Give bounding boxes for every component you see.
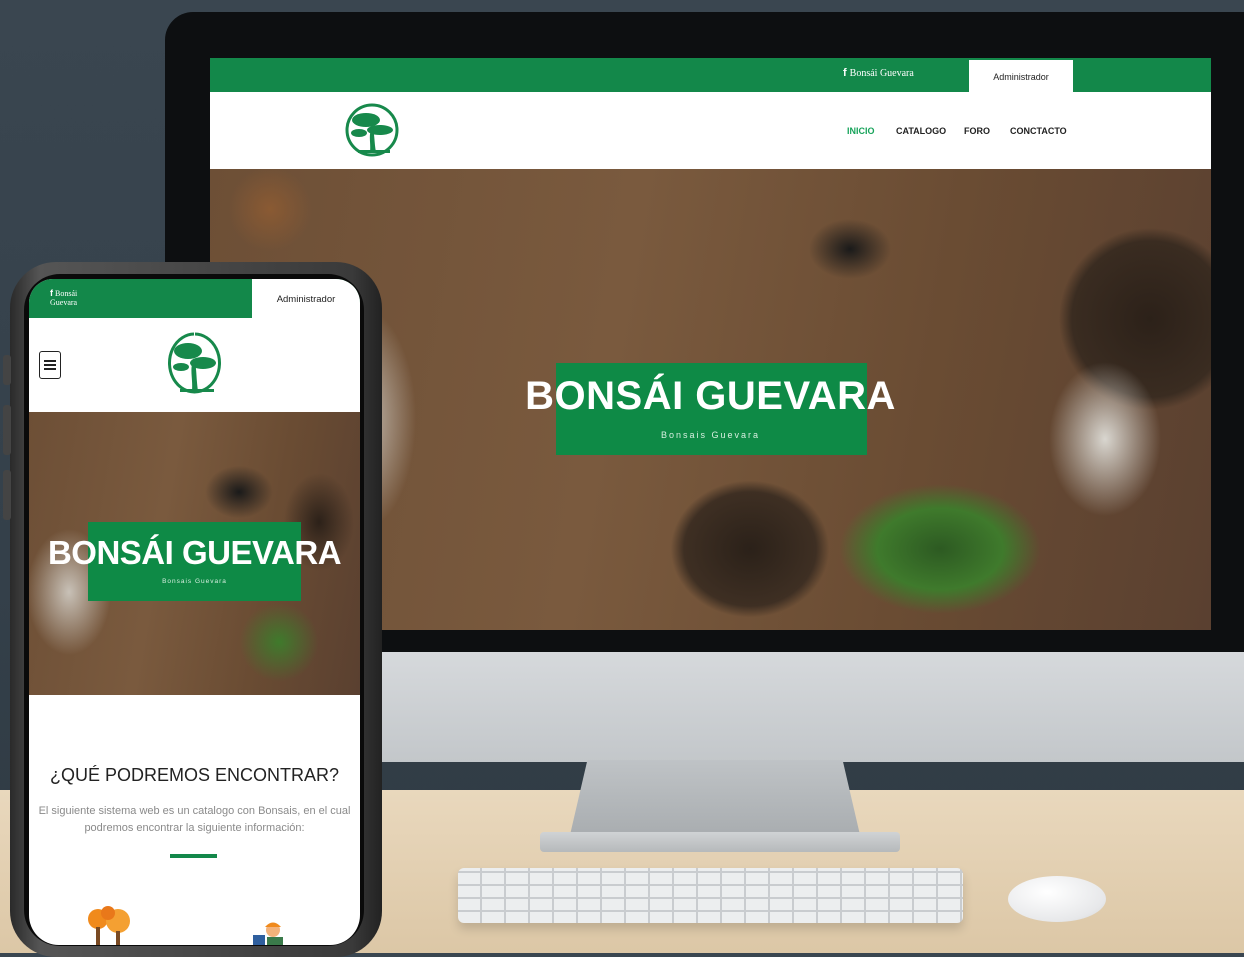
nav-catalogo[interactable]: CATALOGO xyxy=(896,126,946,136)
phone-side-button xyxy=(3,405,11,455)
monitor-stand-base xyxy=(540,832,900,852)
nav-inicio[interactable]: INICIO xyxy=(847,126,875,136)
mobile-hero-banner: BONSÁI GUEVARA Bonsais Guevara xyxy=(29,412,360,695)
mobile-hero-subtitle: Bonsais Guevara xyxy=(162,578,227,585)
mobile-top-bar: f Bonsái Guevara Administrador xyxy=(29,279,360,318)
keyboard xyxy=(458,868,963,923)
nav-contacto[interactable]: CONCTACTO xyxy=(1010,126,1067,136)
facebook-label: Bonsái Guevara xyxy=(849,68,914,79)
bonsai-logo-icon[interactable] xyxy=(166,331,224,397)
autumn-trees-icon xyxy=(88,906,130,945)
section-divider xyxy=(170,854,217,858)
facebook-icon: f xyxy=(50,288,53,298)
mobile-hero-title: BONSÁI GUEVARA xyxy=(47,534,342,571)
nav-foro[interactable]: FORO xyxy=(964,126,990,136)
facebook-label-line1: Bonsái xyxy=(55,289,78,298)
monitor-stand xyxy=(570,760,860,835)
section-title: ¿QUÉ PODREMOS ENCONTRAR? xyxy=(49,765,340,785)
facebook-link[interactable]: f Bonsái Guevara xyxy=(843,67,914,79)
hamburger-icon[interactable] xyxy=(39,351,61,379)
main-nav: INICIO CATALOGO FORO CONCTACTO xyxy=(210,92,1211,169)
mobile-facebook-link[interactable]: f Bonsái Guevara xyxy=(50,288,90,308)
mobile-website: f Bonsái Guevara Administrador BONSÁI GUE… xyxy=(29,279,360,945)
bonsai-logo-icon[interactable] xyxy=(344,102,402,158)
facebook-label-line2: Guevara xyxy=(50,298,78,307)
phone-side-button xyxy=(3,355,11,385)
facebook-icon: f xyxy=(843,67,847,79)
phone-side-button xyxy=(3,470,11,520)
section-description: El siguiente sistema web es un catalogo … xyxy=(38,805,351,834)
admin-tab[interactable]: Administrador xyxy=(969,60,1073,92)
mobile-admin-tab[interactable]: Administrador xyxy=(252,279,360,318)
top-bar: f Bonsái Guevara Administrador xyxy=(210,58,1211,92)
worker-icon xyxy=(253,922,283,945)
mouse xyxy=(1008,876,1106,922)
